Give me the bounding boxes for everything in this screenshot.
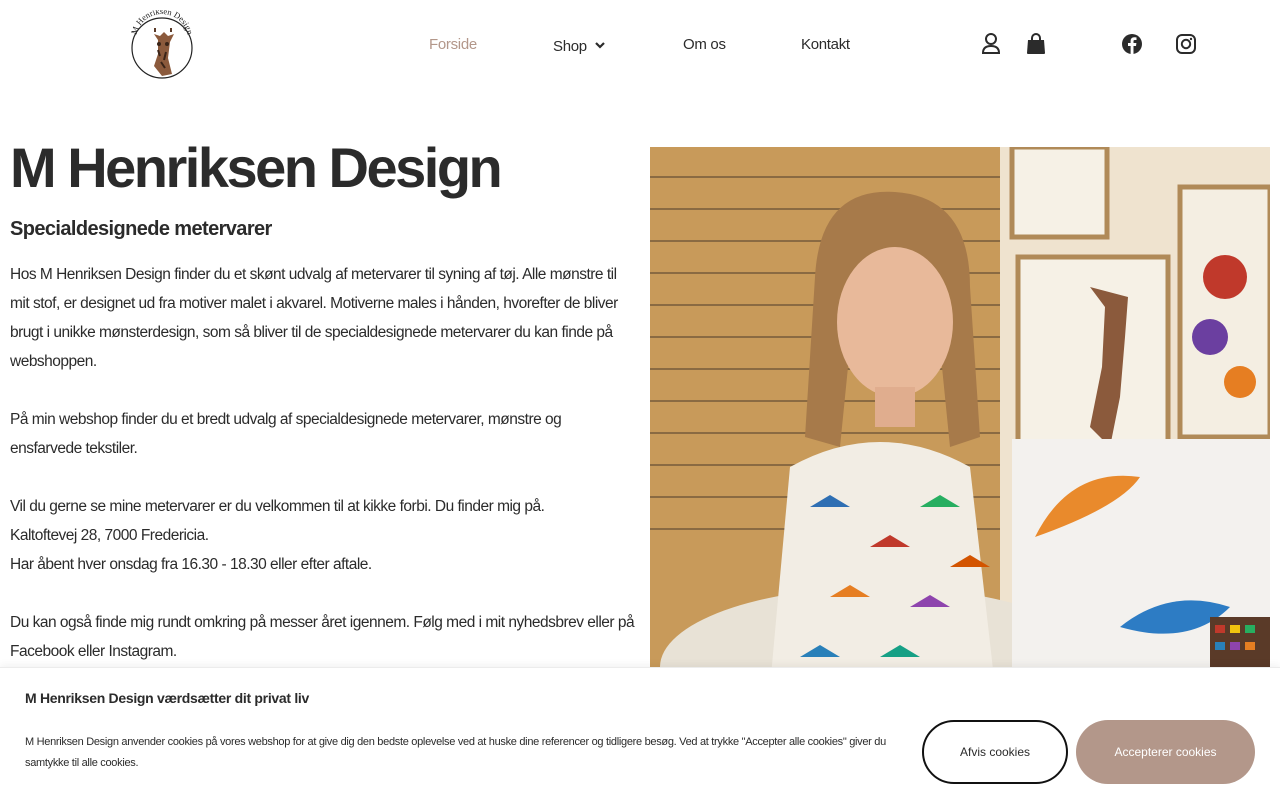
- shopping-bag-icon[interactable]: [1025, 32, 1047, 56]
- facebook-icon[interactable]: [1121, 32, 1143, 56]
- nav-item-shop-label: Shop: [553, 38, 587, 55]
- instagram-icon[interactable]: [1175, 32, 1197, 56]
- cookie-banner: M Henriksen Design værdsætter dit privat…: [0, 667, 1280, 800]
- cookie-text: M Henriksen Design anvender cookies på v…: [25, 736, 886, 769]
- accept-cookies-button[interactable]: Accepterer cookies: [1076, 720, 1255, 784]
- cookie-title: M Henriksen Design værdsætter dit privat…: [25, 690, 309, 706]
- paragraph: Du kan også finde mig rundt omkring på m…: [10, 614, 635, 660]
- page-title: M Henriksen Design: [10, 136, 503, 199]
- nav-item-kontakt[interactable]: Kontakt: [801, 36, 850, 53]
- nav-item-forside[interactable]: Forside: [429, 36, 477, 53]
- intro-text: Hos M Henriksen Design finder du et skøn…: [10, 260, 635, 666]
- opening-hours: Har åbent hver onsdag fra 16.30 - 18.30 …: [10, 556, 372, 573]
- nav-item-shop[interactable]: Shop: [553, 36, 605, 55]
- paragraph: På min webshop finder du et bredt udvalg…: [10, 411, 562, 457]
- chevron-down-icon: [595, 36, 605, 53]
- user-icon[interactable]: [980, 32, 1002, 56]
- page-subtitle: Specialdesignede metervarer: [10, 218, 272, 240]
- main-nav: Forside Shop Om os Kontakt: [0, 36, 1280, 60]
- paragraph: Vil du gerne se mine metervarer er du ve…: [10, 498, 545, 515]
- address-line: Kaltoftevej 28, 7000 Fredericia.: [10, 527, 209, 544]
- hero-photo: [650, 147, 1270, 687]
- reject-cookies-button[interactable]: Afvis cookies: [922, 720, 1068, 784]
- nav-item-om-os[interactable]: Om os: [683, 36, 726, 53]
- paragraph: Hos M Henriksen Design finder du et skøn…: [10, 266, 618, 370]
- site-header: M Henriksen Design Forside Shop Om os Ko…: [0, 0, 1280, 95]
